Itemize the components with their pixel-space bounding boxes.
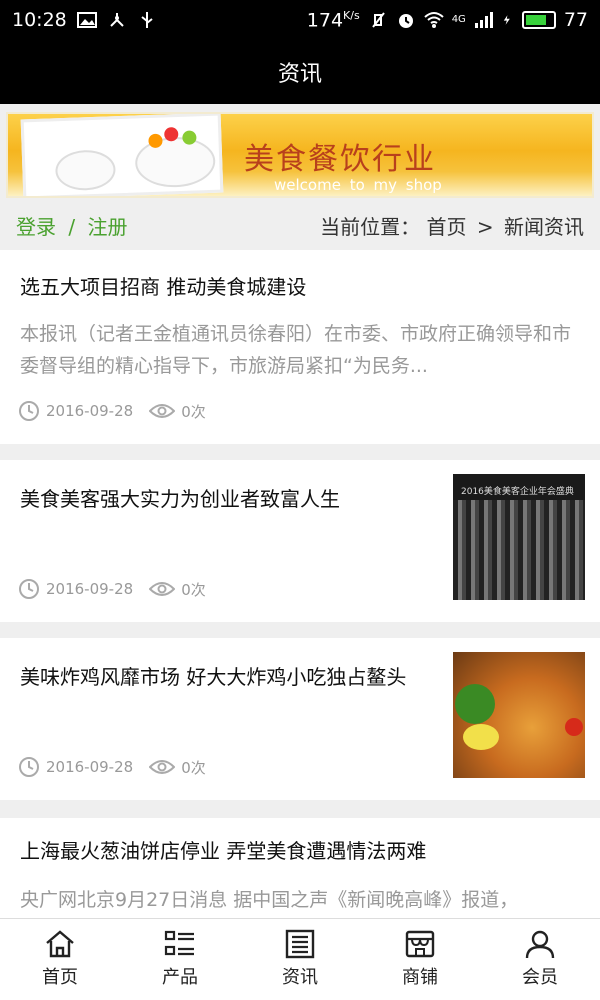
register-link[interactable]: 注册: [87, 215, 127, 239]
news-item[interactable]: 选五大项目招商 推动美食城建设 本报讯（记者王金植通讯员徐春阳）在市委、市政府正…: [0, 250, 600, 444]
tab-products[interactable]: 产品: [120, 919, 240, 1000]
breadcrumb-label: 当前位置：: [320, 214, 421, 239]
breadcrumb: 当前位置： 首页 > 新闻资讯: [320, 211, 584, 240]
alarm-icon: [398, 13, 413, 28]
tab-label: 首页: [42, 967, 78, 988]
news-meta: 2016-09-28 0次: [18, 400, 206, 422]
tab-label: 商铺: [402, 967, 438, 988]
grid-list-icon: [164, 930, 194, 956]
tab-news[interactable]: 资讯: [240, 919, 360, 1000]
news-views: 0次: [181, 402, 206, 421]
title-bar: 资讯: [0, 40, 600, 104]
thumbnail-caption: 2016美食美客企业年会盛典: [461, 487, 574, 497]
status-bar: 10:28 174K/s 4G 77: [0, 0, 600, 40]
news-date: 2016-09-28: [46, 758, 134, 776]
network-type: 4G: [451, 14, 466, 26]
user-icon: [525, 930, 555, 959]
news-meta: 2016-09-28 0次: [18, 578, 206, 600]
breadcrumb-current: 新闻资讯: [504, 214, 584, 239]
news-summary: 央广网北京9月27日消息 据中国之声《新闻晚高峰》报道，: [20, 889, 519, 911]
usb-icon: [141, 12, 153, 28]
tab-home[interactable]: 首页: [0, 919, 120, 1000]
news-item[interactable]: 美味炸鸡风靡市场 好大大炸鸡小吃独占鳌头 2016-09-28 0次: [0, 638, 600, 800]
battery-icon: [521, 10, 556, 29]
vibrate-off-icon: [371, 12, 385, 28]
news-title: 美味炸鸡风靡市场 好大大炸鸡小吃独占鳌头: [20, 665, 407, 689]
news-summary: 本报讯（记者王金植通讯员徐春阳）在市委、市政府正确领导和市委督导组的精心指导下，…: [20, 323, 572, 377]
charging-icon: [503, 15, 510, 25]
tab-stores[interactable]: 商铺: [360, 919, 480, 1000]
store-icon: [405, 930, 435, 958]
news-title: 上海最火葱油饼店停业 弄堂美食遭遇情法两难: [20, 839, 427, 863]
banner-container: 美食餐饮行业 welcome to my shop: [0, 104, 600, 200]
banner[interactable]: 美食餐饮行业 welcome to my shop: [6, 112, 594, 198]
login-link[interactable]: 登录: [16, 215, 56, 239]
auth-links: 登录 / 注册: [16, 211, 127, 240]
news-item[interactable]: 美食美客强大实力为创业者致富人生 2016美食美客企业年会盛典 2016-09-…: [0, 460, 600, 622]
news-date: 2016-09-28: [46, 580, 134, 598]
news-views: 0次: [181, 580, 206, 599]
signal-icon: [474, 11, 493, 28]
news-thumbnail: 2016美食美客企业年会盛典: [453, 474, 585, 600]
news-thumbnail: [453, 652, 585, 778]
image-icon: [76, 12, 97, 28]
breadcrumb-home[interactable]: 首页: [427, 215, 467, 239]
eye-icon: [149, 760, 176, 774]
clock-icon: [19, 401, 39, 421]
tab-label: 产品: [162, 967, 198, 988]
tab-label: 资讯: [282, 967, 318, 988]
banner-welcome: welcome to my shop: [274, 176, 442, 194]
news-date: 2016-09-28: [46, 402, 134, 420]
page-title: 资讯: [277, 62, 322, 87]
tab-label: 会员: [522, 967, 558, 988]
location-bar: 登录 / 注册 当前位置： 首页 > 新闻资讯: [0, 200, 600, 250]
home-icon: [46, 930, 74, 958]
eye-icon: [149, 582, 176, 596]
news-title: 选五大项目招商 推动美食城建设: [20, 275, 307, 299]
clock-icon: [19, 579, 39, 599]
battery-level: 77: [563, 8, 588, 31]
wifi-icon: [424, 11, 444, 28]
usb-tethering-icon: [110, 13, 124, 27]
banner-photo: [20, 114, 224, 196]
eye-icon: [149, 404, 176, 418]
news-views: 0次: [181, 758, 206, 777]
auth-separator: /: [68, 214, 76, 239]
tab-member[interactable]: 会员: [480, 919, 600, 1000]
bottom-tab-bar: 首页 产品 资讯 商铺 会员: [0, 918, 600, 1000]
news-icon: [285, 929, 315, 959]
status-time: 10:28: [12, 9, 67, 31]
news-item[interactable]: 上海最火葱油饼店停业 弄堂美食遭遇情法两难 央广网北京9月27日消息 据中国之声…: [0, 818, 600, 918]
plate-image: [54, 149, 117, 192]
clock-icon: [19, 757, 39, 777]
banner-headline: 美食餐饮行业: [244, 142, 436, 177]
news-meta: 2016-09-28 0次: [18, 756, 206, 778]
plate-image: [134, 135, 217, 189]
breadcrumb-arrow: >: [476, 214, 494, 239]
news-title: 美食美客强大实力为创业者致富人生: [20, 487, 340, 511]
network-speed: 174K/s: [306, 8, 360, 32]
